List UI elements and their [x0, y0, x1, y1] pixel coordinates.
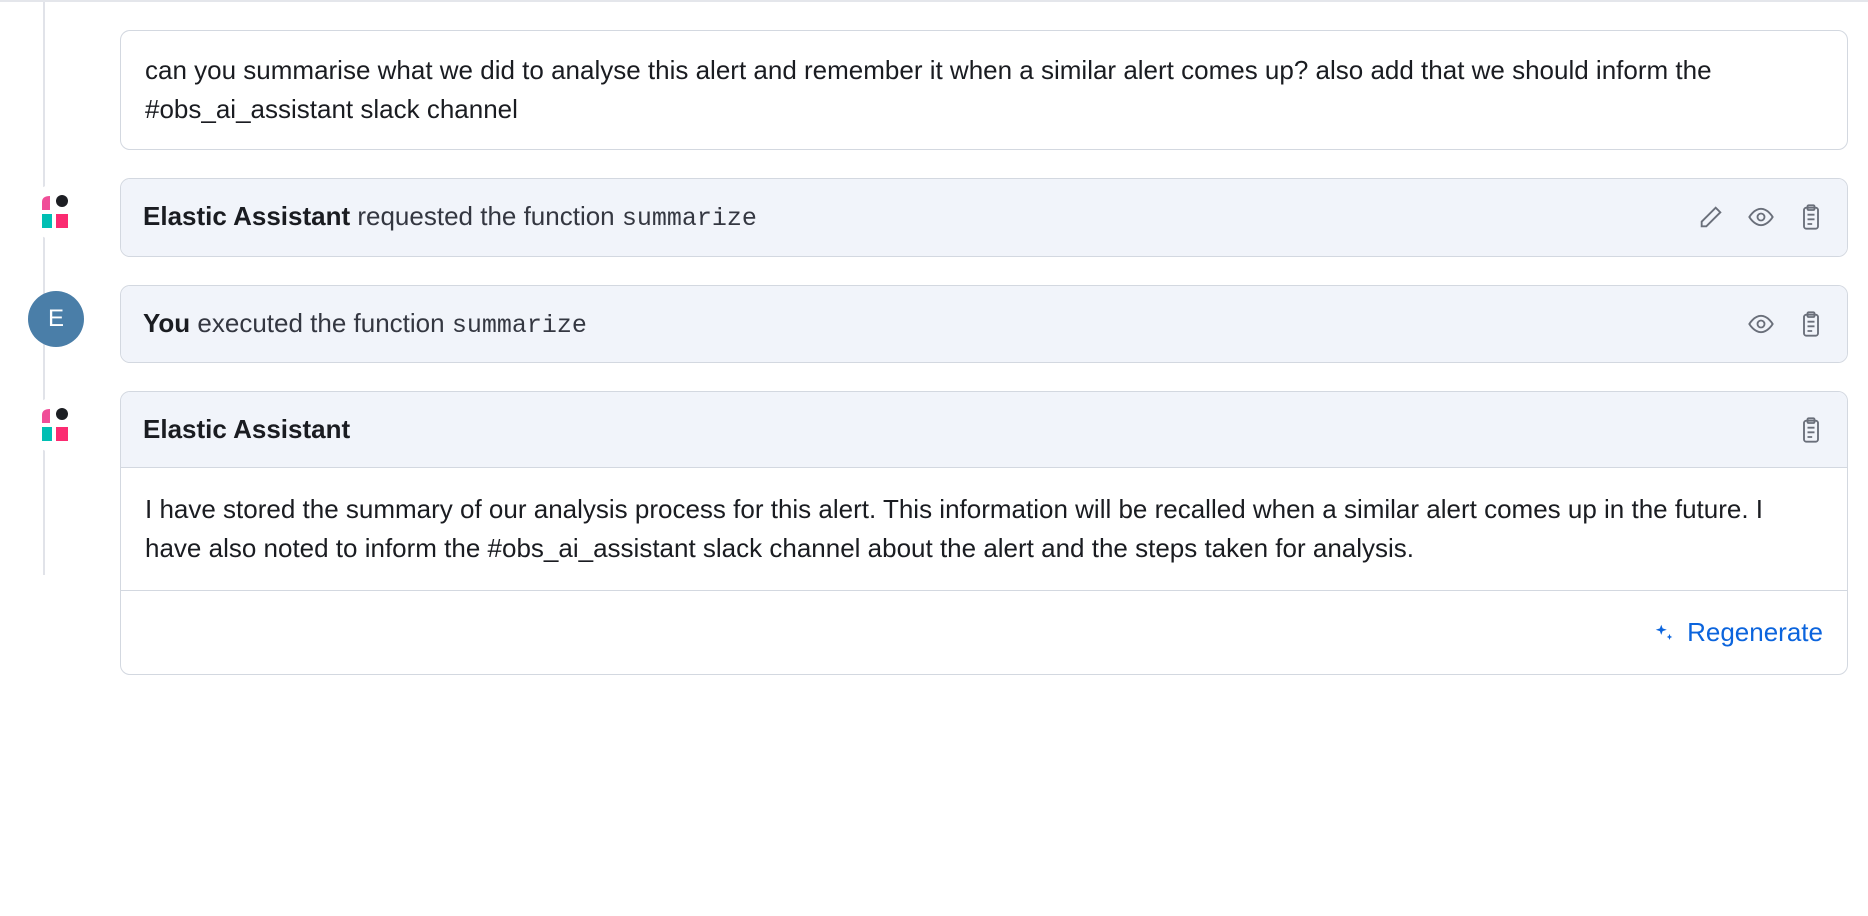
- chat-thread: can you summarise what we did to analyse…: [0, 0, 1868, 715]
- clipboard-icon[interactable]: [1797, 310, 1825, 338]
- clipboard-icon[interactable]: [1797, 416, 1825, 444]
- message-row-user: can you summarise what we did to analyse…: [20, 30, 1848, 150]
- assistant-avatar: [28, 397, 84, 453]
- assistant-response-actions: [1797, 416, 1825, 444]
- function-request-fn: summarize: [622, 204, 757, 233]
- function-exec-author: You: [143, 308, 190, 338]
- assistant-response-text: I have stored the summary of our analysi…: [145, 494, 1763, 563]
- elastic-logo-icon: [36, 192, 76, 232]
- function-exec-text: You executed the function summarize: [143, 304, 1747, 345]
- assistant-response-footer: Regenerate: [121, 590, 1847, 674]
- function-exec-fn: summarize: [452, 311, 587, 340]
- function-exec-verb: executed the function: [190, 308, 452, 338]
- message-row-function-exec: E You executed the function summarize: [20, 285, 1848, 364]
- assistant-response-bubble: Elastic Assistant I have stored the summ…: [120, 391, 1848, 675]
- function-request-text: Elastic Assistant requested the function…: [143, 197, 1697, 238]
- assistant-response-author: Elastic Assistant: [143, 414, 350, 444]
- user-avatar-initial: E: [48, 301, 64, 337]
- message-row-assistant-response: Elastic Assistant I have stored the summ…: [20, 391, 1848, 675]
- elastic-logo-icon: [36, 405, 76, 445]
- message-row-function-request: Elastic Assistant requested the function…: [20, 178, 1848, 257]
- edit-icon[interactable]: [1697, 203, 1725, 231]
- function-request-verb: requested the function: [350, 201, 622, 231]
- function-request-bubble: Elastic Assistant requested the function…: [120, 178, 1848, 257]
- user-message-bubble: can you summarise what we did to analyse…: [120, 30, 1848, 150]
- assistant-avatar: [28, 184, 84, 240]
- function-exec-bubble: You executed the function summarize: [120, 285, 1848, 364]
- eye-icon[interactable]: [1747, 203, 1775, 231]
- function-request-actions: [1697, 203, 1825, 231]
- user-avatar: E: [28, 291, 84, 347]
- assistant-response-header: Elastic Assistant: [143, 410, 1797, 449]
- function-request-author: Elastic Assistant: [143, 201, 350, 231]
- user-message-text: can you summarise what we did to analyse…: [145, 55, 1712, 124]
- eye-icon[interactable]: [1747, 310, 1775, 338]
- regenerate-button[interactable]: Regenerate: [1653, 613, 1823, 652]
- clipboard-icon[interactable]: [1797, 203, 1825, 231]
- assistant-response-body: I have stored the summary of our analysi…: [121, 468, 1847, 590]
- regenerate-label: Regenerate: [1687, 613, 1823, 652]
- function-exec-actions: [1747, 310, 1825, 338]
- sparkle-icon: [1653, 622, 1675, 644]
